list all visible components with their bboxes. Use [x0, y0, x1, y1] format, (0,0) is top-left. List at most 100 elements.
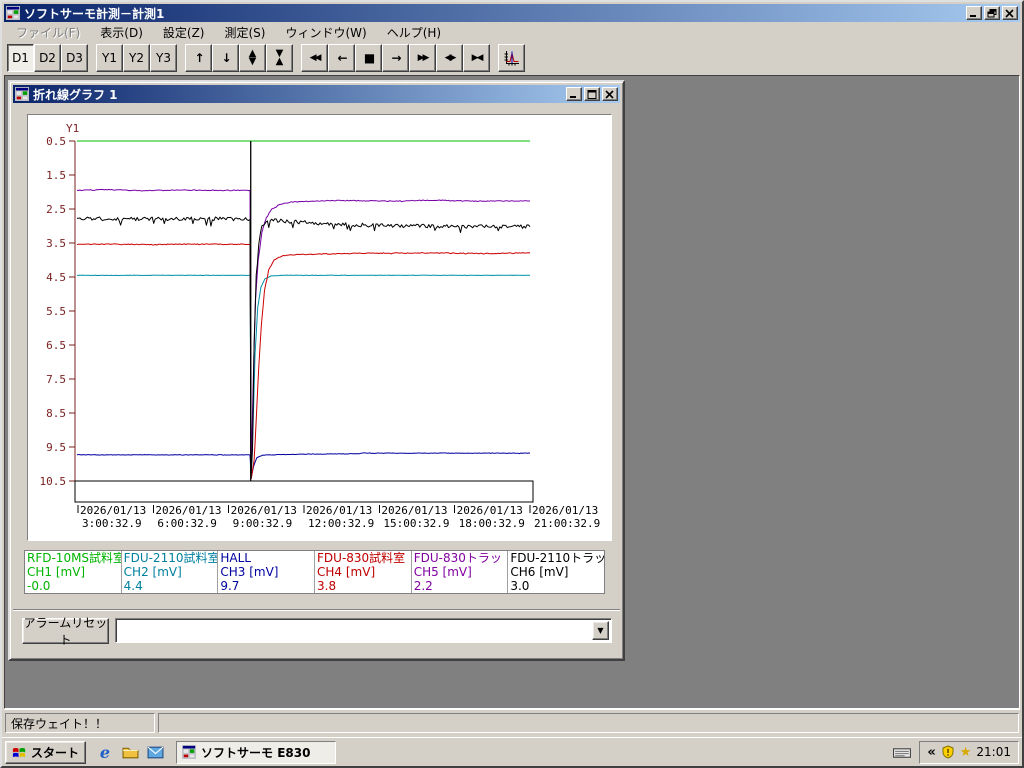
toolbar-button-y3[interactable]: Y3 [150, 44, 177, 72]
legend-cell-ch5[interactable]: FDU-830トラッ CH5 [mV] 2.2 [412, 551, 509, 593]
svg-text:0.5: 0.5 [46, 135, 66, 148]
svg-text:9.5: 9.5 [46, 441, 66, 454]
legend-cell-ch4[interactable]: FDU-830試料室 CH4 [mV] 3.8 [315, 551, 412, 593]
svg-text:18:00:32.9: 18:00:32.9 [459, 517, 525, 530]
svg-text:7.5: 7.5 [46, 373, 66, 386]
channel-name-ch1: RFD-10MS試料室 [27, 551, 122, 565]
restore-button[interactable] [984, 6, 1000, 20]
menu-item-help[interactable]: ヘルプ(H) [377, 22, 451, 43]
app-icon [6, 6, 20, 20]
menu-item-file[interactable]: ファイル(F) [6, 22, 90, 43]
expand-vertical-icon: ▲ ▼ [248, 48, 257, 67]
task-button-label: ソフトサーモ E830 [201, 745, 311, 760]
toolbar-button-y2[interactable]: Y2 [123, 44, 150, 72]
channel-name-ch5: FDU-830トラッ [413, 551, 502, 565]
legend-cell-ch6[interactable]: FDU-2110トラッ CH6 [mV] 3.0 [508, 551, 604, 593]
toolbar-button-d1[interactable]: D1 [7, 44, 34, 72]
toolbar-button-compress-vertical[interactable]: ▼ ▲ [266, 44, 293, 72]
legend-cell-ch1[interactable]: RFD-10MS試料室 CH1 [mV] -0.0 [25, 551, 122, 593]
menu-item-measure[interactable]: 測定(S) [214, 22, 275, 43]
graph-close-button[interactable] [602, 87, 618, 101]
outlook-icon[interactable] [146, 743, 164, 761]
star-icon[interactable]: ★ [960, 746, 972, 759]
menu-item-settings[interactable]: 設定(Z) [153, 22, 215, 43]
tray-clock[interactable]: 21:01 [976, 745, 1011, 759]
windows-flag-icon [12, 745, 27, 760]
toolbar-button-fast-forward[interactable]: ▶▶ [409, 44, 436, 72]
chart-canvas: 0.5 1.5 2.5 3.5 4.5 5.5 6.5 7.5 8.5 9.5 10.5 Y1 2026… [40, 122, 601, 530]
svg-text:4.5: 4.5 [46, 271, 66, 284]
channel-label-ch4: CH4 [mV] [317, 565, 376, 579]
minimize-button[interactable] [966, 6, 982, 20]
fast-rewind-icon: ◀◀ [309, 53, 322, 63]
close-button[interactable] [1002, 6, 1018, 20]
start-button[interactable]: スタート [5, 740, 87, 764]
channel-value-ch3: 9.7 [220, 579, 240, 593]
status-message: 保存ウェイト！！ [5, 713, 155, 733]
step-left-icon: ← [337, 51, 347, 65]
fast-forward-icon: ▶▶ [417, 53, 430, 63]
task-button-softthermo[interactable]: ソフトサーモ E830 [176, 740, 337, 764]
channel-label-ch6: CH6 [mV] [510, 565, 569, 579]
menu-item-view[interactable]: 表示(D) [90, 22, 153, 43]
toolbar-button-step-left[interactable]: ← [328, 44, 355, 72]
svg-text:2.5: 2.5 [46, 203, 66, 216]
legend-cell-ch2[interactable]: FDU-2110試料室 CH2 [mV] 4.4 [122, 551, 219, 593]
channel-label-ch2: CH2 [mV] [123, 565, 182, 579]
security-shield-icon[interactable] [941, 745, 955, 759]
svg-text:6:00:32.9: 6:00:32.9 [157, 517, 217, 530]
chevron-down-icon[interactable]: ▼ [592, 621, 609, 640]
keyboard-icon[interactable] [893, 746, 912, 759]
toolbar-button-step-right[interactable]: → [382, 44, 409, 72]
menu-item-window[interactable]: ウィンドウ(W) [275, 22, 376, 43]
compress-vertical-icon: ▼ ▲ [275, 48, 284, 67]
tray-chevron[interactable]: « [927, 745, 935, 760]
toolbar: D1 D2 D3 Y1 Y2 Y3 ↑ ↓ ▲ ▼ ▼ ▲ ◀◀ ← ■ → ▶▶ ◀▶ ▶◀ [4, 42, 1020, 74]
svg-text:2026/01/13: 2026/01/13 [457, 504, 523, 517]
expand-horizontal-icon: ◀▶ [444, 53, 457, 63]
toolbar-button-y1[interactable]: Y1 [96, 44, 123, 72]
line-chart[interactable]: 0.5 1.5 2.5 3.5 4.5 5.5 6.5 7.5 8.5 9.5 10.5 Y1 2026… [27, 114, 612, 541]
channel-name-ch2: FDU-2110試料室 [123, 551, 219, 565]
svg-text:2026/01/13: 2026/01/13 [381, 504, 447, 517]
svg-text:10.5: 10.5 [40, 475, 67, 488]
channel-value-ch4: 3.8 [317, 579, 337, 593]
start-button-label: スタート [31, 745, 80, 760]
channel-value-ch2: 4.4 [123, 579, 143, 593]
svg-text:2026/01/13: 2026/01/13 [231, 504, 297, 517]
folder-icon[interactable] [121, 743, 139, 761]
svg-text:8.5: 8.5 [46, 407, 66, 420]
graph-titlebar: 折れ線グラフ 1 [13, 85, 620, 103]
toolbar-button-expand-vertical[interactable]: ▲ ▼ [239, 44, 266, 72]
channel-name-ch4: FDU-830試料室 [317, 551, 406, 565]
stop-icon: ■ [363, 51, 375, 65]
alarm-reset-button[interactable]: アラームリセット [22, 616, 109, 647]
channel-value-ch5: 2.2 [413, 579, 433, 593]
graph-maximize-button[interactable] [584, 87, 600, 101]
alarm-combobox[interactable]: ▼ [115, 618, 612, 643]
channel-label-ch3: CH3 [mV] [220, 565, 279, 579]
panel-divider [13, 609, 620, 611]
graph-window-title: 折れ線グラフ 1 [33, 87, 118, 102]
toolbar-button-graph-setup[interactable] [498, 44, 525, 72]
toolbar-button-compress-horizontal[interactable]: ▶◀ [463, 44, 490, 72]
toolbar-button-fast-rewind[interactable]: ◀◀ [301, 44, 328, 72]
window-title: ソフトサーモ計測－計測1 [24, 6, 165, 21]
toolbar-button-scroll-up[interactable]: ↑ [185, 44, 212, 72]
toolbar-button-scroll-down[interactable]: ↓ [212, 44, 239, 72]
graph-minimize-button[interactable] [566, 87, 582, 101]
legend-cell-ch3[interactable]: HALL CH3 [mV] 9.7 [218, 551, 316, 593]
svg-text:2026/01/13: 2026/01/13 [80, 504, 146, 517]
graph-window: 折れ線グラフ 1 0.5 1.5 2.5 3.5 4.5 5.5 6.5 7.5 8.5 9.5 1… [8, 80, 625, 661]
task-button-icon [182, 745, 197, 759]
toolbar-button-d3[interactable]: D3 [61, 44, 88, 72]
scroll-up-icon: ↑ [194, 51, 204, 65]
main-titlebar: ソフトサーモ計測－計測1 [4, 4, 1020, 22]
toolbar-button-stop[interactable]: ■ [355, 44, 382, 72]
ie-icon[interactable]: e [96, 743, 114, 762]
status-bar: 保存ウェイト！！ [4, 709, 1020, 735]
toolbar-button-d2[interactable]: D2 [34, 44, 61, 72]
channel-value-ch6: 3.0 [510, 579, 530, 593]
toolbar-button-expand-horizontal[interactable]: ◀▶ [436, 44, 463, 72]
svg-text:2026/01/13: 2026/01/13 [532, 504, 598, 517]
